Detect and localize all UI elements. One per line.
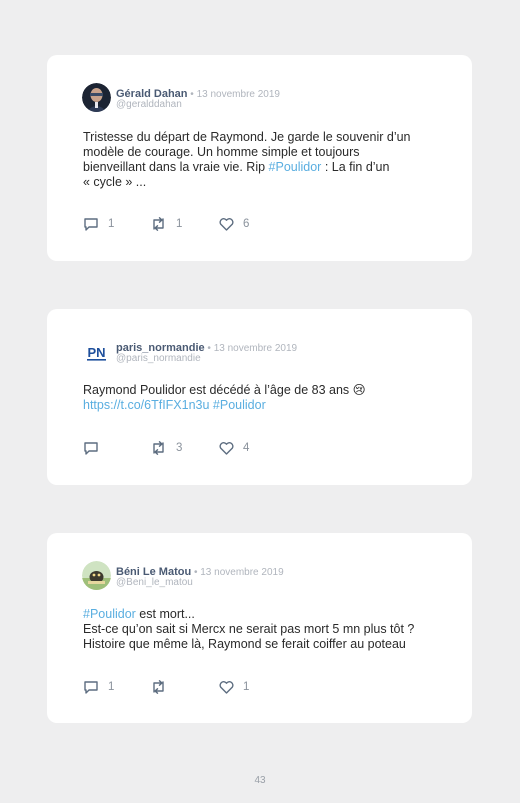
like-button[interactable]: 1 bbox=[219, 679, 249, 695]
text-line: Est-ce qu’on sait si Mercx ne serait pas… bbox=[83, 622, 415, 636]
tweet-actions: 1 1 bbox=[83, 679, 383, 695]
text-segment: : La fin d’un bbox=[321, 160, 390, 174]
text-line: #Poulidor est mort... bbox=[83, 607, 450, 622]
page-number: 43 bbox=[254, 775, 266, 786]
retweet-button[interactable] bbox=[150, 679, 176, 695]
heart-icon bbox=[219, 441, 234, 455]
text-line: Tristesse du départ de Raymond. Je garde… bbox=[83, 130, 411, 144]
reply-icon bbox=[84, 681, 98, 694]
like-count: 1 bbox=[243, 681, 250, 693]
tweet-card: Béni Le Matou • 13 novembre 2019 @Beni_l… bbox=[47, 533, 472, 723]
tweet-text: Raymond Poulidor est décédé à l’âge de 8… bbox=[83, 383, 450, 413]
reply-button[interactable] bbox=[83, 440, 108, 456]
retweet-icon bbox=[153, 680, 164, 694]
retweet-count: 1 bbox=[176, 218, 183, 230]
reply-count: 1 bbox=[108, 218, 115, 230]
text-line: modèle de courage. Un homme simple et to… bbox=[83, 145, 360, 159]
hashtag-link[interactable]: #Poulidor bbox=[269, 160, 322, 174]
tweet-date[interactable]: 13 novembre 2019 bbox=[197, 89, 280, 100]
separator: • bbox=[204, 343, 214, 354]
avatar[interactable]: PN bbox=[82, 337, 111, 366]
reply-icon bbox=[84, 442, 98, 455]
tweet-date[interactable]: 13 novembre 2019 bbox=[214, 343, 297, 354]
reply-icon bbox=[84, 218, 98, 231]
retweet-button[interactable]: 3 bbox=[150, 440, 182, 456]
avatar[interactable] bbox=[82, 83, 111, 112]
tweet-text: Tristesse du départ de Raymond. Je garde… bbox=[83, 130, 450, 190]
tweet-date[interactable]: 13 novembre 2019 bbox=[200, 567, 283, 578]
tweet-text: #Poulidor est mort... Est-ce qu’on sait … bbox=[83, 607, 450, 652]
like-button[interactable]: 6 bbox=[219, 216, 249, 232]
text-line: Histoire que même là, Raymond se ferait … bbox=[83, 637, 406, 651]
heart-icon bbox=[219, 680, 234, 694]
text-line: Raymond Poulidor est décédé à l’âge de 8… bbox=[83, 383, 366, 397]
retweet-button[interactable]: 1 bbox=[150, 216, 182, 232]
like-count: 6 bbox=[243, 218, 250, 230]
retweet-icon bbox=[153, 217, 164, 231]
reply-button[interactable]: 1 bbox=[83, 216, 114, 232]
reply-button[interactable]: 1 bbox=[83, 679, 114, 695]
text-segment: est mort... bbox=[135, 607, 195, 621]
tweet-card: Gérald Dahan • 13 novembre 2019 @geraldd… bbox=[47, 55, 472, 261]
heart-icon bbox=[219, 217, 234, 231]
like-button[interactable]: 4 bbox=[219, 440, 249, 456]
text-line: https://t.co/6TfIFX1n3u #Poulidor bbox=[83, 398, 450, 413]
author-handle[interactable]: @paris_normandie bbox=[116, 353, 201, 364]
text-line: « cycle » ... bbox=[83, 175, 147, 189]
tweet-actions: 3 4 bbox=[83, 440, 383, 456]
link[interactable]: https://t.co/6TfIFX1n3u #Poulidor bbox=[83, 398, 266, 412]
tweet-actions: 1 1 6 bbox=[83, 216, 383, 232]
hashtag-link[interactable]: #Poulidor bbox=[83, 607, 136, 621]
retweet-count: 3 bbox=[176, 442, 183, 454]
retweet-icon bbox=[153, 441, 164, 455]
separator: • bbox=[187, 89, 197, 100]
author-handle[interactable]: @geralddahan bbox=[116, 99, 182, 110]
reply-count: 1 bbox=[108, 681, 115, 693]
text-segment: bienveillant dans la vraie vie. Rip bbox=[83, 160, 269, 174]
author-handle[interactable]: @Beni_le_matou bbox=[116, 577, 193, 588]
like-count: 4 bbox=[243, 442, 250, 454]
text-line: bienveillant dans la vraie vie. Rip #Pou… bbox=[83, 160, 450, 175]
avatar[interactable] bbox=[82, 561, 111, 590]
tweet-card: PN paris_normandie • 13 novembre 2019 @p… bbox=[47, 309, 472, 485]
avatar-logo-text: PN bbox=[87, 345, 105, 360]
